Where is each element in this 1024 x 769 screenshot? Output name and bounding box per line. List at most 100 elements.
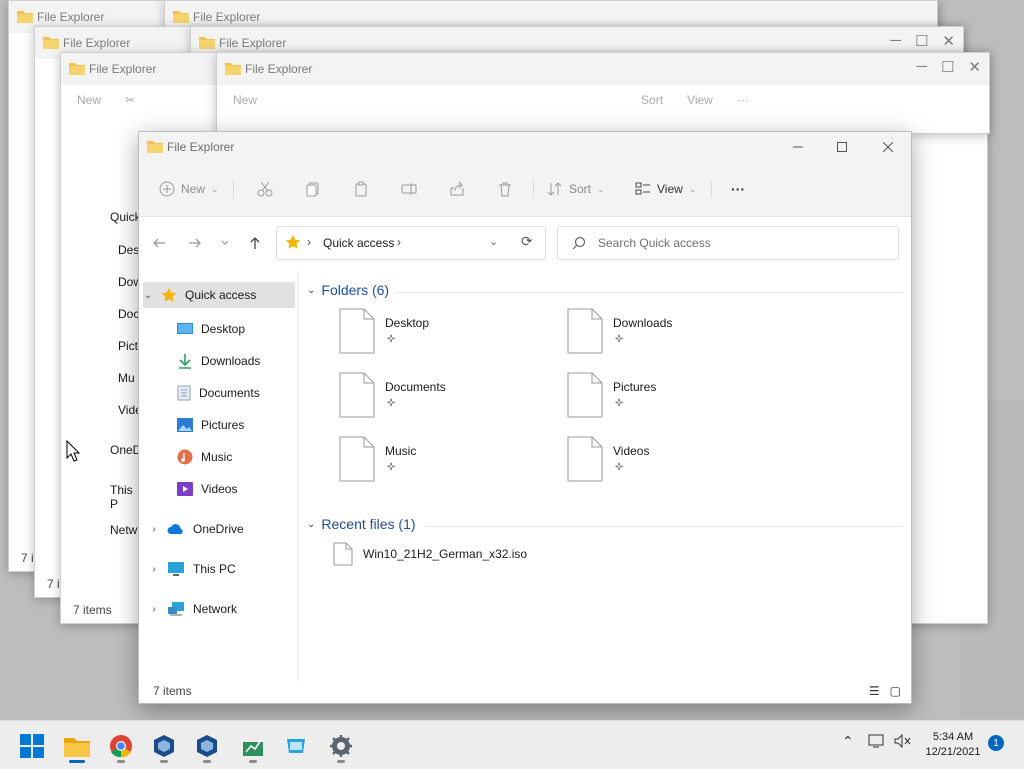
arrow-right-icon — [189, 238, 201, 248]
chevron-right-icon[interactable]: › — [149, 564, 159, 575]
volume-tray[interactable] — [894, 733, 912, 749]
folders-section-header[interactable]: ⌄ Folders (6) — [307, 282, 389, 298]
folder-tile-videos[interactable]: Videos ✜ — [567, 436, 777, 486]
maximize-button[interactable] — [819, 132, 865, 162]
copy-button[interactable] — [305, 176, 321, 202]
nav-network[interactable]: › Network — [149, 596, 295, 622]
delete-button[interactable] — [497, 176, 513, 202]
taskbar-app-green[interactable] — [236, 729, 270, 763]
start-button[interactable] — [15, 729, 49, 763]
cut-button[interactable] — [257, 176, 273, 202]
details-view-icon[interactable]: ☰ — [869, 684, 880, 698]
gear-icon — [330, 735, 352, 757]
new-label: New — [181, 182, 206, 196]
nav-label: Mu — [118, 371, 135, 385]
chevron-down-icon: ⌄ — [597, 183, 605, 194]
large-icons-view-icon[interactable]: ▢ — [890, 684, 901, 698]
nav-this-pc[interactable]: › This PC — [149, 556, 295, 582]
sort-label: Sort — [569, 182, 592, 196]
show-hidden-icons[interactable]: ⌃ — [842, 733, 854, 750]
recent-section-header[interactable]: ⌄ Recent files (1) — [307, 516, 416, 532]
network-tray[interactable] — [868, 733, 886, 749]
search-input[interactable]: Search Quick access — [557, 226, 899, 260]
pin-icon: ✜ — [387, 462, 396, 473]
share-icon — [450, 181, 464, 196]
nav-label: Pict — [118, 339, 139, 353]
virtualbox-icon — [154, 735, 174, 757]
address-history-dropdown[interactable]: ⌄ — [489, 235, 498, 248]
folder-tile-documents[interactable]: Documents ✜ — [339, 372, 549, 422]
forward-button[interactable] — [183, 231, 207, 255]
title-bar[interactable]: File Explorer ─ ☐ ✕ — [217, 53, 989, 85]
nav-videos[interactable]: Videos — [177, 476, 295, 502]
rename-button[interactable] — [401, 176, 417, 202]
close-button[interactable] — [865, 132, 911, 162]
folder-tile-pictures[interactable]: Pictures ✜ — [567, 372, 777, 422]
nav-music[interactable]: Music — [177, 444, 295, 470]
search-icon — [572, 236, 586, 250]
chevron-right-icon[interactable]: › — [149, 604, 159, 615]
nav-label: Desktop — [201, 322, 246, 336]
back-button[interactable] — [147, 231, 171, 255]
view-button[interactable]: View — [687, 93, 713, 107]
more-options-button[interactable]: ··· — [737, 93, 749, 107]
chevron-down-icon[interactable]: ⌄ — [143, 290, 153, 301]
file-explorer-window[interactable]: File Explorer New ⌄ Sort ⌄ View ⌄ ··· › … — [138, 131, 912, 704]
chevron-down-icon: ⌄ — [211, 183, 219, 194]
nav-scrollbar[interactable] — [297, 270, 299, 682]
recent-file-item[interactable]: Win10_21H2_German_x32.iso — [333, 542, 527, 566]
chevron-right-icon[interactable]: › — [149, 524, 159, 535]
arrow-up-icon — [250, 237, 260, 249]
refresh-icon[interactable]: ⟳ — [521, 233, 533, 250]
maximize-button[interactable]: ☐ — [915, 32, 928, 50]
notification-badge[interactable]: 1 — [988, 735, 1004, 751]
folder-tile-downloads[interactable]: Downloads ✜ — [567, 308, 777, 358]
close-button[interactable]: ✕ — [968, 58, 981, 76]
sort-button[interactable]: Sort — [641, 93, 663, 107]
new-button[interactable]: New — [233, 93, 257, 107]
more-options-button[interactable]: ··· — [731, 176, 745, 202]
content-pane: ⌄ Folders (6) Desktop ✜ Downloads ✜ Docu… — [301, 270, 909, 682]
title-bar[interactable]: File Explorer — [139, 132, 911, 162]
taskbar-virtualbox-2[interactable] — [190, 729, 224, 763]
minimize-button[interactable] — [775, 132, 821, 162]
arrow-left-icon — [153, 238, 165, 248]
recent-locations-button[interactable] — [213, 231, 237, 255]
breadcrumb-quick-access[interactable]: Quick access — [323, 236, 394, 250]
sort-button[interactable]: Sort ⌄ — [547, 176, 605, 202]
minimize-button[interactable]: ─ — [890, 32, 901, 50]
taskbar-settings[interactable] — [324, 729, 358, 763]
nav-documents[interactable]: Documents✜ — [177, 380, 326, 406]
new-button[interactable]: New ⌄ — [159, 176, 219, 202]
clock-time: 5:34 AM — [932, 731, 974, 743]
breadcrumb-separator-icon[interactable]: › — [397, 235, 401, 249]
folder-tile-desktop[interactable]: Desktop ✜ — [339, 308, 549, 358]
nav-label: Doc — [118, 307, 140, 321]
taskbar-app-device[interactable] — [279, 729, 313, 763]
folder-tile-music[interactable]: Music ✜ — [339, 436, 549, 486]
address-bar[interactable]: › Quick access › ⌄ ⟳ — [276, 226, 546, 260]
running-indicator — [249, 760, 257, 763]
new-button[interactable]: New — [77, 93, 101, 107]
up-button[interactable] — [243, 231, 267, 255]
nav-onedrive[interactable]: › OneDrive — [149, 516, 295, 542]
paste-button[interactable] — [353, 176, 369, 202]
close-button[interactable]: ✕ — [942, 32, 955, 50]
section-divider — [395, 292, 903, 293]
minimize-button[interactable]: ─ — [916, 58, 927, 76]
nav-downloads[interactable]: Downloads✜ — [177, 348, 326, 374]
nav-quick-access[interactable]: ⌄ Quick access — [143, 282, 295, 308]
system-clock[interactable]: 5:34 AM 12/21/2021 — [918, 730, 988, 760]
taskbar-file-explorer[interactable] — [60, 729, 94, 763]
share-button[interactable] — [449, 176, 465, 202]
maximize-button[interactable]: ☐ — [941, 58, 954, 76]
taskbar-virtualbox-1[interactable] — [147, 729, 181, 763]
cut-icon[interactable]: ✂ — [125, 93, 135, 107]
nav-pictures[interactable]: Pictures✜ — [177, 412, 326, 438]
running-indicator — [337, 760, 345, 763]
view-button[interactable]: View ⌄ — [635, 176, 696, 202]
nav-desktop[interactable]: Desktop✜ — [177, 316, 326, 342]
taskbar-chrome[interactable] — [104, 729, 138, 763]
toolbar-divider — [533, 180, 534, 198]
background-window-3b[interactable]: File Explorer ─ ☐ ✕ New Sort View ··· — [216, 52, 990, 134]
